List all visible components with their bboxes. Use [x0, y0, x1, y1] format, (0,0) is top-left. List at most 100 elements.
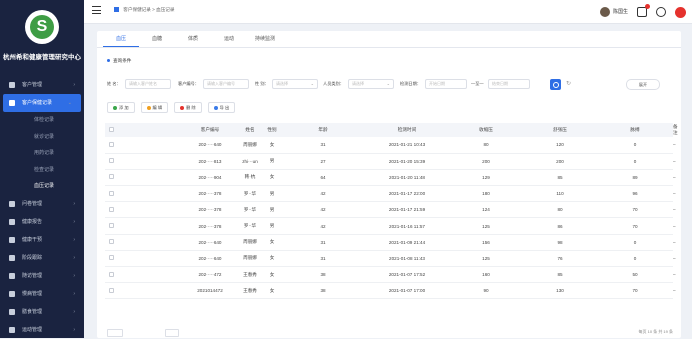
cell-age: 31: [281, 137, 365, 154]
user-menu[interactable]: 陈国生: [599, 7, 628, 17]
export-button[interactable]: 导 出: [207, 102, 236, 113]
table-row[interactable]: 202·····472 王春秀女 38 2021-01-07 17:52 160 85 50…: [105, 266, 676, 284]
prev-page-button[interactable]: [165, 329, 179, 337]
row-checkbox: [108, 141, 114, 147]
row-select[interactable]: [105, 169, 117, 187]
tab[interactable]: 血糖: [139, 31, 175, 47]
sidebar-item[interactable]: 健康报告 ›: [0, 213, 84, 231]
records-table: 客户编号 姓名 性别 年龄 检测时间 收缩压 舒张压 脉搏 备注 202·····640 周丽娜女…: [105, 123, 678, 300]
row-select[interactable]: [105, 137, 117, 154]
cell-dia: 130: [523, 282, 597, 300]
submenu-item[interactable]: 用药记录: [0, 145, 84, 162]
submenu-item[interactable]: 就诊记录: [0, 129, 84, 146]
cell-sex: 女: [263, 282, 281, 300]
breadcrumb-item[interactable]: 客户保健记录: [123, 7, 151, 12]
row-select[interactable]: [105, 250, 117, 268]
name-input[interactable]: 请输入客户姓名: [125, 79, 171, 89]
row-checkbox: [108, 158, 114, 164]
reset-icon[interactable]: ↻: [564, 80, 573, 89]
cell-sys: 124: [449, 201, 523, 219]
main-panel: 血压 血糖 体质 运动 持续监测 查询条件 姓 名： 请输入客户姓名 客户编号： 请输入…: [97, 31, 681, 338]
chevron-icon: ›: [73, 254, 75, 261]
customer-id-input[interactable]: 请输入客户编号: [203, 79, 249, 89]
range-separator: —至—: [471, 81, 484, 86]
chevron-icon: ›: [73, 200, 75, 207]
sidebar-item[interactable]: 客户管理 ›: [0, 76, 84, 94]
select-all-header[interactable]: [105, 123, 117, 137]
cell-name: 周丽娜: [237, 250, 263, 268]
end-date-input[interactable]: 结束日期: [488, 79, 530, 89]
help-icon[interactable]: [656, 7, 666, 17]
delete-button[interactable]: 删 除: [174, 102, 202, 113]
submenu-item[interactable]: 检查记录: [0, 162, 84, 179]
row-select[interactable]: [105, 153, 117, 170]
chevron-down-icon: ⌄: [386, 81, 390, 86]
row-select[interactable]: [105, 185, 117, 203]
sidebar-item[interactable]: 慢病管理 ›: [0, 285, 84, 303]
row-select[interactable]: [105, 234, 117, 251]
cell-name: 罗··华: [237, 201, 263, 219]
table-row[interactable]: 202·····640 周丽娜女 31 2021-01-09 21:44 156 98 0–: [105, 234, 676, 251]
cell-time: 2021-01-07 17:00: [365, 282, 449, 300]
logout-icon[interactable]: [675, 6, 686, 18]
chevron-icon: ›: [73, 290, 75, 297]
cell-age: 27: [281, 153, 365, 170]
table-row[interactable]: 202·····813 zhi···un 男 27 2021-01-20 15:39 20…: [105, 153, 676, 170]
row-checkbox: [108, 255, 114, 261]
start-date-input[interactable]: 开始日期: [425, 79, 467, 89]
tab[interactable]: 血压: [103, 31, 139, 47]
sidebar-item[interactable]: 运动管理 ›: [0, 321, 84, 339]
tab[interactable]: 运动: [211, 31, 247, 47]
row-select[interactable]: [105, 217, 117, 235]
report-icon: [9, 218, 15, 225]
sidebar-item-label: 健康报告: [22, 218, 43, 225]
sidebar-item[interactable]: 随访管理 ›: [0, 267, 84, 285]
breadcrumb-current: 血压记录: [156, 7, 175, 12]
table-row[interactable]: 202·····378 罗··华男 42 2021-01-17 21:59 124 80 7…: [105, 201, 676, 219]
sidebar-item[interactable]: 健康干预 ›: [0, 231, 84, 249]
submenu-item[interactable]: 体检记录: [0, 112, 84, 129]
cell-time: 2021-01-20 11:48: [365, 169, 449, 187]
add-button[interactable]: 添 加: [107, 102, 135, 113]
cell-age: 42: [281, 201, 365, 219]
sidebar-item-label: 健康干预: [22, 236, 43, 243]
message-icon[interactable]: [637, 4, 650, 17]
sidebar-item-label: 膳食管理: [22, 308, 43, 315]
cell-sex: 女: [263, 250, 281, 268]
table-row[interactable]: 202·····904 韩·杭女 64 2021-01-20 11:48 129 85 89…: [105, 169, 676, 187]
search-button[interactable]: [550, 79, 561, 90]
edit-button[interactable]: 编 辑: [140, 102, 169, 113]
column-header: 脉搏: [597, 123, 673, 137]
cell-sex: 男: [263, 217, 281, 235]
sidebar-item[interactable]: 膳食管理 ›: [0, 303, 84, 321]
tab[interactable]: 持续监测: [247, 31, 283, 47]
cell-name: 周丽娜: [237, 234, 263, 251]
row-select[interactable]: [105, 266, 117, 284]
sidebar-item[interactable]: 阶段跟踪 ›: [0, 249, 84, 267]
sidebar-item[interactable]: 客户保健记录 ⌄: [3, 94, 81, 112]
table-row[interactable]: 202·····640 周丽娜女 31 2021-01-21 10:43 80 120 0–: [105, 137, 676, 154]
page-size-select[interactable]: [107, 329, 123, 337]
questionnaire-icon: [9, 200, 15, 207]
top-bar: 客户保健记录 > 血压记录 陈国生: [84, 0, 692, 24]
table-row[interactable]: 202·····378 罗··华男 42 2021-01-16 11:57 125 86 7…: [105, 217, 676, 235]
row-select[interactable]: [105, 282, 117, 300]
cell-dia: 85: [523, 266, 597, 284]
home-icon[interactable]: [114, 7, 119, 12]
sex-select[interactable]: 请选择 ⌄: [272, 79, 318, 89]
action-bar: 添 加编 辑删 除导 出: [107, 102, 236, 113]
table-row[interactable]: 202·····640 周丽娜女 31 2021-01-08 11:43 125 76 0–: [105, 250, 676, 268]
sidebar-item[interactable]: 问卷管理 ›: [0, 195, 84, 213]
menu-toggle-icon[interactable]: [92, 6, 101, 15]
submenu-item[interactable]: 血压记录: [0, 178, 84, 195]
expand-button[interactable]: 展开: [626, 79, 660, 90]
cell-age: 31: [281, 250, 365, 268]
table-row[interactable]: 2021014472 王春秀女 38 2021-01-07 17:00 90 130 70–: [105, 282, 676, 300]
row-select[interactable]: [105, 201, 117, 219]
tab[interactable]: 体质: [175, 31, 211, 47]
staff-select[interactable]: 请选择 ⌄: [348, 79, 394, 89]
name-label: 姓 名：: [107, 81, 121, 86]
action-icon: [213, 105, 218, 110]
cell-dia: 85: [523, 169, 597, 187]
table-row[interactable]: 202·····378 罗··华男 42 2021-01-17 22:00 180 110…: [105, 185, 676, 203]
